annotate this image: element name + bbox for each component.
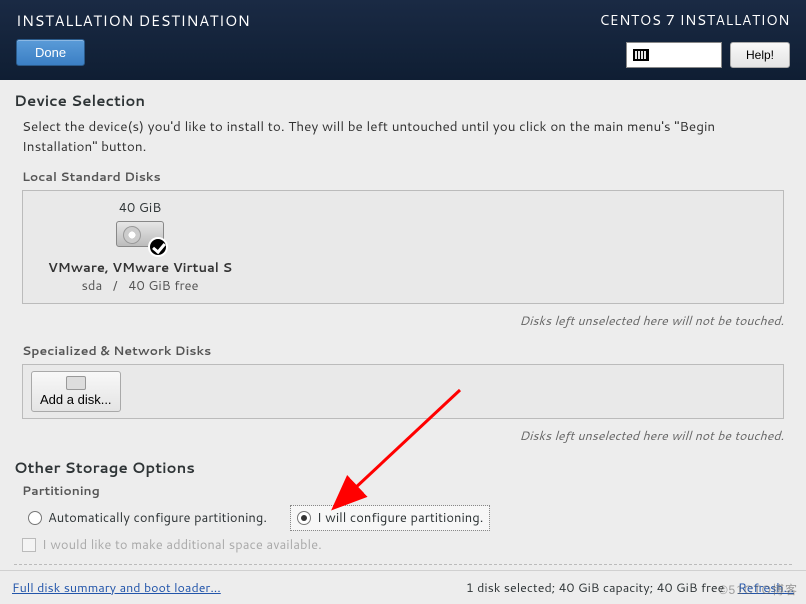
keyboard-layout-selector[interactable]: us [626, 42, 722, 68]
done-button[interactable]: Done [16, 39, 85, 66]
disk-size: 40 GiB [35, 199, 245, 217]
footer-bar: Full disk summary and boot loader... 1 d… [0, 570, 806, 604]
footer-status: 1 disk selected; 40 GiB capacity; 40 GiB… [466, 579, 724, 597]
device-selection-instruction: Select the device(s) you'd like to insta… [22, 117, 792, 158]
radio-icon [28, 511, 42, 525]
selected-check-icon [148, 237, 168, 257]
full-disk-summary-link[interactable]: Full disk summary and boot loader... [12, 579, 221, 597]
add-disk-icon [66, 376, 86, 390]
keyboard-layout-value: us [655, 46, 669, 64]
divider [14, 564, 792, 565]
other-storage-heading: Other Storage Options [14, 457, 792, 478]
keyboard-icon [633, 49, 649, 61]
specialized-disks-label: Specialized & Network Disks [22, 342, 792, 360]
checkbox-additional-space-label: I would like to make additional space av… [42, 536, 322, 554]
disk-name: VMware, VMware Virtual S [35, 259, 245, 277]
checkbox-additional-space: I would like to make additional space av… [22, 536, 792, 554]
unselected-hint-2: Disks left unselected here will not be t… [14, 427, 784, 445]
add-disk-label: Add a disk... [40, 392, 112, 407]
help-button[interactable]: Help! [730, 42, 790, 68]
checkbox-icon [22, 538, 36, 552]
radio-manual-partitioning[interactable]: I will configure partitioning. [291, 506, 489, 530]
watermark: ©51CTO博客 [719, 581, 798, 598]
specialized-disks-frame: Add a disk... [22, 364, 784, 419]
partitioning-label: Partitioning [22, 482, 792, 500]
hard-disk-icon [116, 221, 164, 253]
radio-auto-label: Automatically configure partitioning. [48, 509, 267, 527]
radio-manual-label: I will configure partitioning. [317, 509, 483, 527]
radio-auto-partitioning[interactable]: Automatically configure partitioning. [22, 506, 273, 530]
disk-item[interactable]: 40 GiB VMware, VMware Virtual S sda / 40… [35, 199, 245, 295]
radio-icon [297, 511, 311, 525]
device-selection-heading: Device Selection [14, 90, 792, 111]
add-disk-button[interactable]: Add a disk... [31, 371, 121, 412]
disk-subinfo: sda / 40 GiB free [35, 277, 245, 295]
local-disks-frame: 40 GiB VMware, VMware Virtual S sda / 40… [22, 190, 784, 304]
local-disks-label: Local Standard Disks [22, 168, 792, 186]
installer-title: CENTOS 7 INSTALLATION [599, 10, 790, 30]
unselected-hint-1: Disks left unselected here will not be t… [14, 312, 784, 330]
